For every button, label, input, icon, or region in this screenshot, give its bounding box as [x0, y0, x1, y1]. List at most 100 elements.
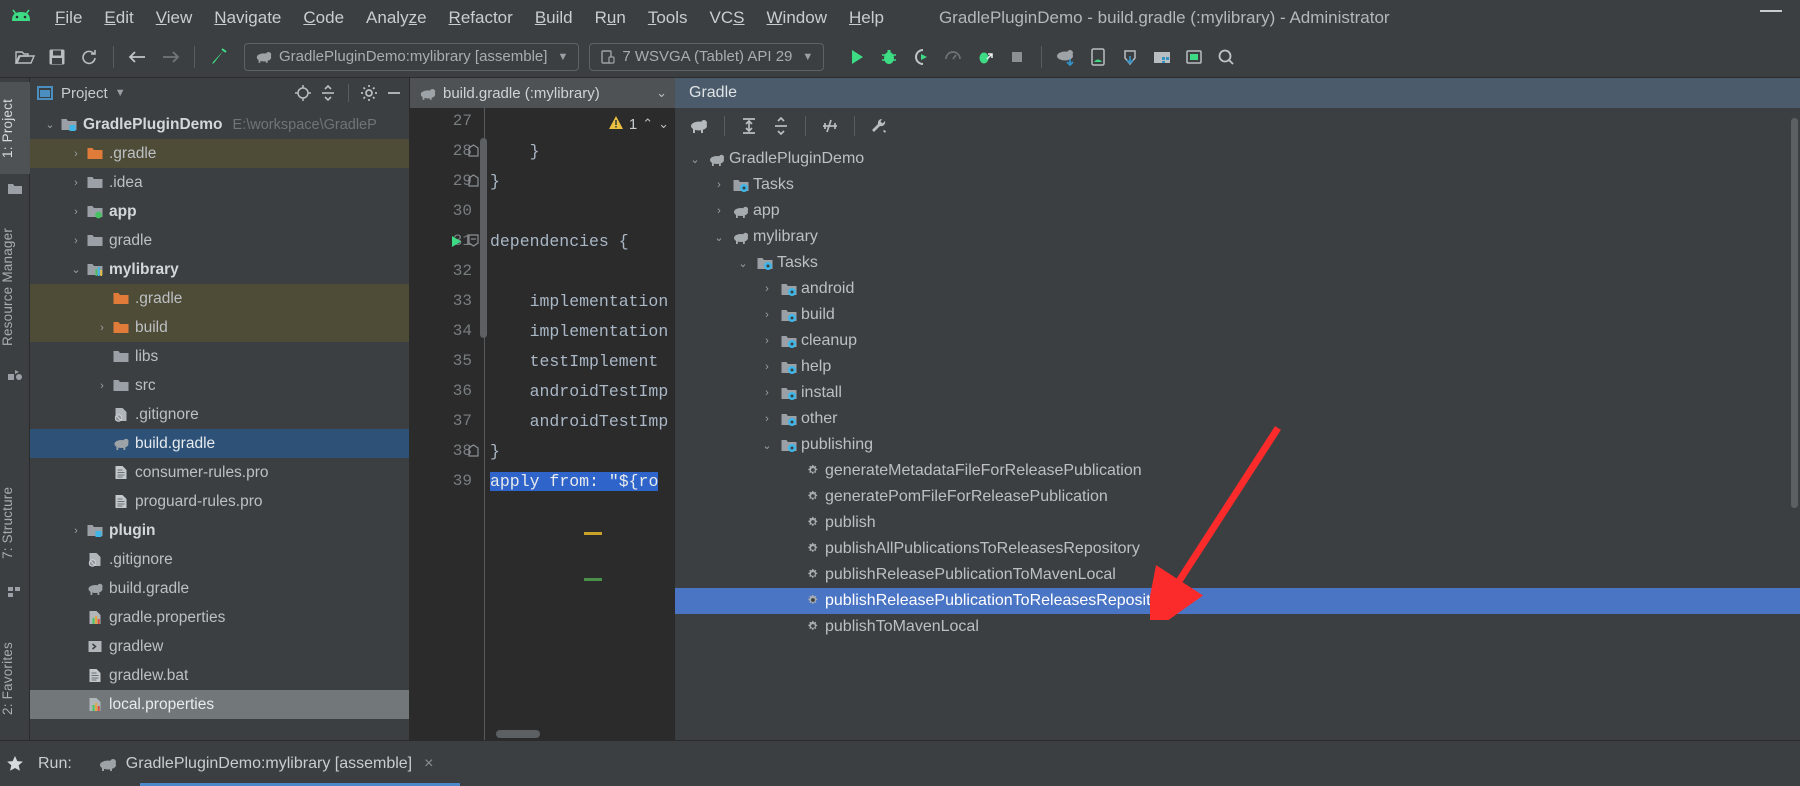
- project-tree-row[interactable]: gradle.properties: [30, 603, 409, 632]
- menu-run[interactable]: Run: [584, 6, 637, 30]
- chevron-right-icon[interactable]: ›: [757, 283, 777, 295]
- run-configuration-selector[interactable]: GradlePluginDemo:mylibrary [assemble] ▼: [244, 42, 580, 71]
- project-tree-row[interactable]: build.gradle: [30, 429, 409, 458]
- menu-refactor[interactable]: Refactor: [438, 6, 524, 30]
- chevron-down-icon[interactable]: ⌄: [733, 257, 753, 270]
- chevron-right-icon[interactable]: ›: [68, 148, 84, 160]
- gradle-tree-row[interactable]: ⌄ GradlePluginDemo: [675, 146, 1800, 172]
- menu-help[interactable]: Help: [838, 6, 895, 30]
- profiler-icon[interactable]: [938, 42, 968, 72]
- gradle-tree-row[interactable]: ⌄ publishing: [675, 432, 1800, 458]
- code-line[interactable]: dependencies {: [490, 232, 629, 251]
- code-line[interactable]: androidTestImp: [490, 382, 669, 401]
- menu-view[interactable]: View: [145, 6, 204, 30]
- sync-gradle-icon[interactable]: [1051, 42, 1081, 72]
- menu-window[interactable]: Window: [756, 6, 838, 30]
- chevron-right-icon[interactable]: ›: [757, 387, 777, 399]
- code-line[interactable]: }: [490, 172, 500, 191]
- gradle-tree-row[interactable]: › other: [675, 406, 1800, 432]
- code-line[interactable]: implementation: [490, 292, 669, 311]
- next-problem-icon[interactable]: ⌄: [658, 116, 669, 132]
- project-file-tree[interactable]: ⌄ GradlePluginDemo E:\workspace\GradleP › .g…: [30, 108, 409, 740]
- build-hammer-icon[interactable]: [204, 42, 234, 72]
- sidebar-item-structure[interactable]: 7: Structure: [0, 468, 30, 578]
- chevron-down-icon-project[interactable]: ▼: [115, 87, 126, 99]
- gradle-tree-row[interactable]: generatePomFileForReleasePublication: [675, 484, 1800, 510]
- sdk-manager-icon[interactable]: [1115, 42, 1145, 72]
- chevron-right-icon[interactable]: ›: [757, 309, 777, 321]
- editor-gutter[interactable]: 27 28 29 30 31 32 33 34 35 36 37 38 39: [410, 108, 482, 740]
- save-all-icon[interactable]: [42, 42, 72, 72]
- project-tree-row[interactable]: build.gradle: [30, 574, 409, 603]
- expand-all-icon[interactable]: [734, 112, 764, 140]
- stop-icon[interactable]: [1002, 42, 1032, 72]
- chevron-right-icon[interactable]: ›: [68, 235, 84, 247]
- device-selector[interactable]: 7 WSVGA (Tablet) API 29 ▼: [589, 42, 825, 71]
- execute-gradle-task-icon[interactable]: [685, 112, 715, 140]
- project-tree-row[interactable]: proguard-rules.pro: [30, 487, 409, 516]
- menu-analyze[interactable]: Analyze: [355, 6, 438, 30]
- collapse-all-icon-gradle[interactable]: [766, 112, 796, 140]
- gradle-settings-wrench-icon[interactable]: [864, 112, 894, 140]
- fold-end-icon[interactable]: [468, 444, 479, 461]
- gradle-tree-row[interactable]: publishAllPublicationsToReleasesReposito…: [675, 536, 1800, 562]
- settings-gear-icon[interactable]: [360, 84, 378, 102]
- code-line[interactable]: androidTestImp: [490, 412, 669, 431]
- project-tree-row[interactable]: local.properties: [30, 690, 409, 719]
- code-line[interactable]: apply from: "${ro: [490, 472, 659, 491]
- project-tree-row[interactable]: consumer-rules.pro: [30, 458, 409, 487]
- gradle-tree-row[interactable]: publishToMavenLocal: [675, 614, 1800, 640]
- menu-build[interactable]: Build: [524, 6, 584, 30]
- chevron-right-icon[interactable]: ›: [68, 206, 84, 218]
- minimize-button[interactable]: [1760, 10, 1782, 12]
- menu-vcs[interactable]: VCS: [699, 6, 756, 30]
- gradle-tree-row[interactable]: › build: [675, 302, 1800, 328]
- fold-expand-icon[interactable]: [468, 234, 479, 251]
- code-lines[interactable]: }} dependencies { implementation implemen…: [482, 108, 675, 740]
- editor-inspection-widget[interactable]: 1 ⌃ ⌄: [608, 108, 675, 140]
- project-scrollbar[interactable]: [1791, 118, 1798, 508]
- avd-manager-icon[interactable]: [1083, 42, 1113, 72]
- run-gutter-icon[interactable]: [450, 235, 463, 253]
- run-tab-config[interactable]: GradlePluginDemo:mylibrary [assemble]: [98, 755, 412, 773]
- sidebar-item-resource-manager[interactable]: Resource Manager: [0, 212, 30, 362]
- gradle-task-tree[interactable]: ⌄ GradlePluginDemo › Tasks › app ⌄ mylibrary ⌄ Ta…: [675, 144, 1800, 740]
- chevron-right-icon[interactable]: ›: [709, 205, 729, 217]
- toggle-offline-icon[interactable]: [815, 112, 845, 140]
- gradle-tree-row[interactable]: publish: [675, 510, 1800, 536]
- gradle-tree-row[interactable]: › android: [675, 276, 1800, 302]
- debug-icon[interactable]: [874, 42, 904, 72]
- gradle-tree-row[interactable]: › install: [675, 380, 1800, 406]
- project-tree-row[interactable]: › app: [30, 197, 409, 226]
- chevron-right-icon[interactable]: ›: [94, 380, 110, 392]
- collapse-all-icon[interactable]: [319, 84, 337, 102]
- project-structure-icon[interactable]: [1147, 42, 1177, 72]
- chevron-down-icon[interactable]: ⌄: [757, 439, 777, 452]
- back-arrow-icon[interactable]: [123, 42, 153, 72]
- project-tree-row[interactable]: .gitignore: [30, 545, 409, 574]
- chevron-down-icon[interactable]: ⌄: [709, 231, 729, 244]
- code-line[interactable]: implementation: [490, 322, 669, 341]
- run-icon[interactable]: [842, 42, 872, 72]
- editor-left-marker-scroll[interactable]: [480, 138, 487, 338]
- open-folder-icon[interactable]: [10, 42, 40, 72]
- forward-arrow-icon[interactable]: [155, 42, 185, 72]
- gradle-tree-row[interactable]: generateMetadataFileForReleasePublicatio…: [675, 458, 1800, 484]
- search-everywhere-icon[interactable]: [1211, 42, 1241, 72]
- layout-inspector-icon[interactable]: [1179, 42, 1209, 72]
- menu-edit[interactable]: Edit: [93, 6, 144, 30]
- project-tree-row[interactable]: ⌄ mylibrary: [30, 255, 409, 284]
- code-line[interactable]: }: [490, 142, 540, 161]
- project-tree-row[interactable]: gradlew.bat: [30, 661, 409, 690]
- prev-problem-icon[interactable]: ⌃: [642, 116, 653, 132]
- gradle-tree-row[interactable]: ⌄ mylibrary: [675, 224, 1800, 250]
- project-tree-row[interactable]: › gradle: [30, 226, 409, 255]
- menu-file[interactable]: File: [44, 6, 93, 30]
- gradle-tree-row[interactable]: publishReleasePublicationToMavenLocal: [675, 562, 1800, 588]
- project-tree-row[interactable]: › plugin: [30, 516, 409, 545]
- fold-end-icon[interactable]: [468, 144, 479, 161]
- chevron-right-icon[interactable]: ›: [709, 179, 729, 191]
- project-tree-row[interactable]: › .idea: [30, 168, 409, 197]
- editor-horizontal-scrollbar[interactable]: [496, 730, 540, 738]
- project-tree-row[interactable]: libs: [30, 342, 409, 371]
